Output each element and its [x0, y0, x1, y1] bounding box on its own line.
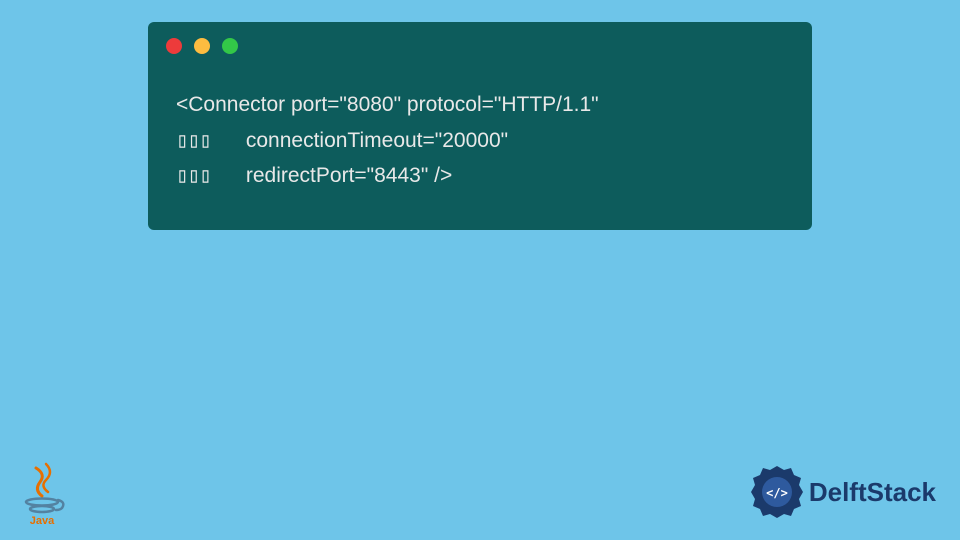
svg-text:</>: </> — [766, 486, 788, 500]
minimize-icon — [194, 38, 210, 54]
java-label: Java — [30, 515, 55, 526]
code-window: <Connector port="8080" protocol="HTTP/1.… — [148, 22, 812, 230]
code-line-2: connectionTimeout="20000" — [246, 129, 508, 152]
code-line-1: <Connector port="8080" protocol="HTTP/1.… — [176, 93, 599, 116]
window-controls — [148, 22, 812, 64]
delftstack-badge-icon: </> — [749, 464, 805, 520]
maximize-icon — [222, 38, 238, 54]
delftstack-label: DelftStack — [809, 477, 936, 508]
delftstack-logo: </> DelftStack — [749, 464, 936, 520]
code-line-3: redirectPort="8443" /> — [246, 164, 452, 187]
indent-glyphs: ▯▯▯ — [176, 163, 246, 187]
close-icon — [166, 38, 182, 54]
code-block: <Connector port="8080" protocol="HTTP/1.… — [148, 64, 812, 202]
java-logo-icon: Java — [18, 462, 68, 526]
indent-glyphs: ▯▯▯ — [176, 128, 246, 152]
